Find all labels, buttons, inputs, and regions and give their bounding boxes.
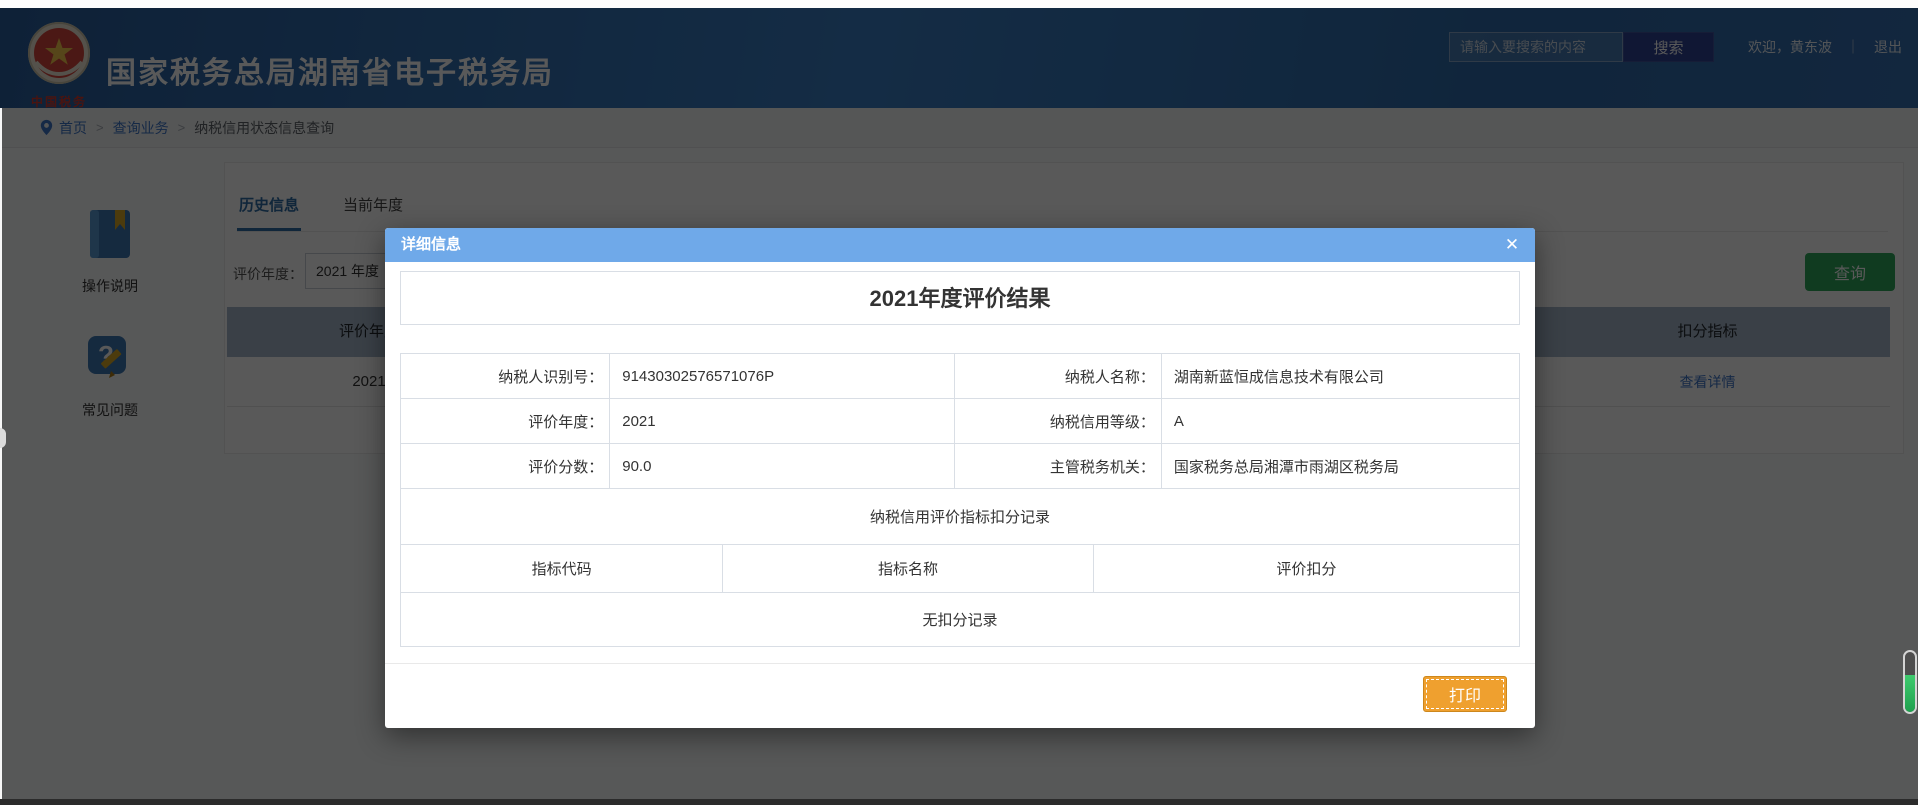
modal-footer-divider — [385, 663, 1535, 664]
close-icon[interactable]: ✕ — [1499, 228, 1525, 262]
tax-authority-value: 国家税务总局湘潭市雨湖区税务局 — [1161, 444, 1519, 489]
window-top-edge — [0, 0, 1918, 8]
detail-modal: 详细信息 ✕ 2021年度评价结果 纳税人识别号： 91430302576571… — [385, 228, 1535, 728]
eval-score-label: 评价分数： — [401, 444, 610, 489]
column-header-indicator-code: 指标代码 — [401, 545, 723, 593]
taxpayer-name-value: 湖南新蓝恒成信息技术有限公司 — [1161, 354, 1519, 399]
modal-title: 详细信息 — [401, 228, 461, 262]
modal-header: 详细信息 ✕ — [385, 228, 1535, 262]
screen: 中国税务 国家税务总局湖南省电子税务局 搜索 欢迎，黄东波 ｜ 退出 首页 > … — [0, 0, 1918, 805]
taxpayer-id-label: 纳税人识别号： — [401, 354, 610, 399]
taxpayer-name-label: 纳税人名称： — [954, 354, 1161, 399]
eval-year-value: 2021 — [610, 399, 955, 444]
table-row: 无扣分记录 — [401, 593, 1520, 647]
eval-year-label: 评价年度： — [401, 399, 610, 444]
side-drawer-handle[interactable] — [0, 428, 6, 448]
deduction-section-caption: 纳税信用评价指标扣分记录 — [401, 489, 1520, 545]
table-row: 纳税人识别号： 91430302576571076P 纳税人名称： 湖南新蓝恒成… — [401, 354, 1520, 399]
result-title: 2021年度评价结果 — [400, 271, 1520, 325]
no-records-text: 无扣分记录 — [401, 593, 1520, 647]
taxpayer-id-value: 91430302576571076P — [610, 354, 955, 399]
column-header-eval-deduction: 评价扣分 — [1093, 545, 1519, 593]
credit-grade-label: 纳税信用等级： — [954, 399, 1161, 444]
table-row: 纳税信用评价指标扣分记录 — [401, 489, 1520, 545]
print-button[interactable]: 打印 — [1423, 676, 1507, 712]
table-row: 评价年度： 2021 纳税信用等级： A — [401, 399, 1520, 444]
scroll-indicator-fill — [1905, 675, 1915, 712]
scroll-indicator-widget[interactable] — [1903, 650, 1917, 714]
modal-body: 2021年度评价结果 纳税人识别号： 91430302576571076P 纳税… — [385, 262, 1535, 647]
column-header-indicator-name: 指标名称 — [723, 545, 1093, 593]
table-row: 指标代码 指标名称 评价扣分 — [401, 545, 1520, 593]
taxpayer-info-table: 纳税人识别号： 91430302576571076P 纳税人名称： 湖南新蓝恒成… — [400, 353, 1520, 489]
credit-grade-value: A — [1161, 399, 1519, 444]
tax-authority-label: 主管税务机关： — [954, 444, 1161, 489]
eval-score-value: 90.0 — [610, 444, 955, 489]
window-left-edge — [0, 108, 2, 799]
table-row: 评价分数： 90.0 主管税务机关： 国家税务总局湘潭市雨湖区税务局 — [401, 444, 1520, 489]
deduction-records-table: 纳税信用评价指标扣分记录 指标代码 指标名称 评价扣分 无扣分记录 — [400, 488, 1520, 647]
